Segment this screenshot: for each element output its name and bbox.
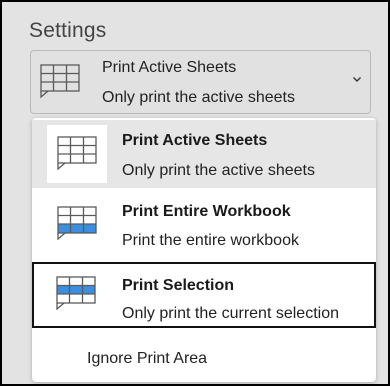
menu-item-title: Print Entire Workbook [122,203,291,220]
sheet-icon [40,64,80,103]
menu-item-print-entire-workbook[interactable]: Print Entire Workbook Print the entire w… [32,190,376,262]
menu-item-print-active-sheets[interactable]: Print Active Sheets Only print the activ… [32,120,376,188]
dropdown-subtitle: Only print the active sheets [102,89,295,106]
selection-icon [56,276,96,315]
print-what-menu: Print Active Sheets Only print the activ… [32,118,376,382]
ignore-print-area-label: Ignore Print Area [87,350,208,367]
menu-item-title: Print Active Sheets [122,132,268,149]
menu-item-description: Only print the active sheets [122,162,315,179]
print-settings-panel: Settings Print Active Sheets Only print … [2,2,388,384]
dropdown-title: Print Active Sheets [102,59,237,76]
menu-item-title: Print Selection [122,277,235,294]
chevron-down-icon[interactable] [351,72,363,90]
menu-item-description: Only print the current selection [122,305,339,322]
sheet-icon-background [47,125,107,183]
settings-heading: Settings [29,19,107,42]
print-what-dropdown[interactable]: Print Active Sheets Only print the activ… [30,50,371,114]
sheet-icon [57,136,97,175]
workbook-icon [57,206,97,245]
menu-item-print-selection[interactable]: Print Selection Only print the current s… [32,262,376,328]
menu-item-description: Print the entire workbook [122,232,299,249]
menu-item-ignore-print-area[interactable]: Ignore Print Area [32,340,376,378]
